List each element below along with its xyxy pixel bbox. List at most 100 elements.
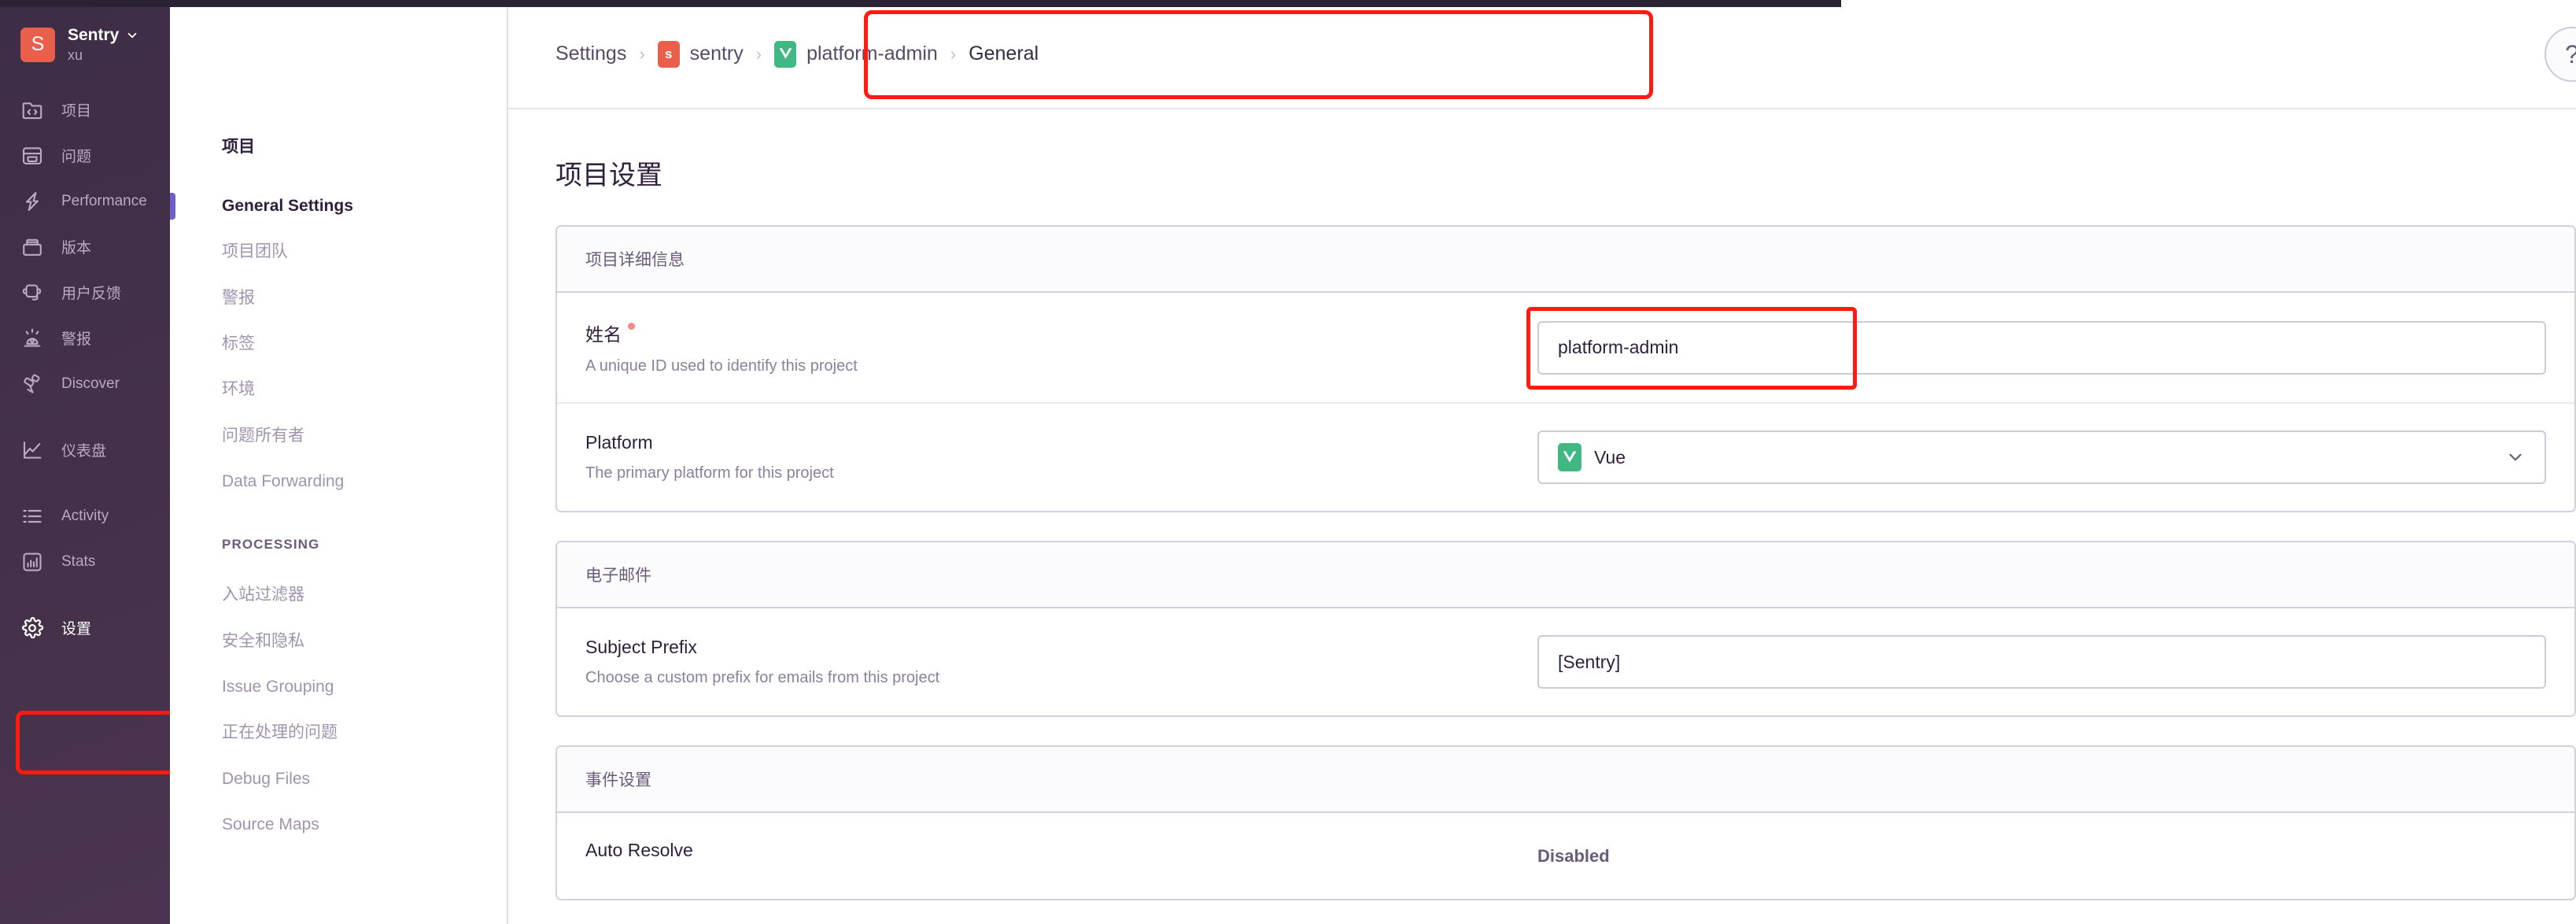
gear-icon (20, 616, 44, 640)
sidebar-item-activity[interactable]: Activity (0, 493, 170, 539)
page-title: 项目设置 (555, 161, 662, 190)
panel-header: 事件设置 (557, 747, 2574, 813)
org-badge-icon: s (657, 40, 680, 68)
sidebar-item-alerts[interactable]: 警报 (222, 287, 507, 309)
sidebar-item-settings[interactable]: 设置 (0, 605, 170, 651)
sidebar-item-label: 版本 (61, 240, 92, 257)
field-label-col: 姓名 A unique ID used to identify this pro… (585, 320, 1506, 375)
sidebar-item-data-forwarding[interactable]: Data Forwarding (222, 471, 507, 493)
sidebar-item-user-feedback[interactable]: 用户反馈 (0, 270, 170, 316)
subject-prefix-input[interactable] (1537, 635, 2546, 689)
performance-lightning-icon (20, 190, 44, 213)
form-row-platform: Platform The primary platform for this p… (557, 404, 2574, 511)
field-label-text: 姓名 (585, 324, 622, 345)
breadcrumb: Settings › s sentry › platform-admin › G… (555, 40, 1039, 68)
nav-divider-gap (0, 473, 170, 493)
field-label-col: Platform The primary platform for this p… (585, 432, 1506, 482)
field-help-text: The primary platform for this project (585, 464, 834, 482)
field-label-col: Auto Resolve (585, 840, 1506, 872)
sidebar-item-performance[interactable]: Performance (0, 179, 170, 224)
sidebar-item-security-and-privacy[interactable]: 安全和隐私 (222, 630, 507, 652)
sidebar-item-issues[interactable]: 问题 (0, 133, 170, 179)
chevron-down-icon (125, 28, 139, 43)
sidebar-item-environments[interactable]: 环境 (222, 379, 507, 401)
top-strip (0, 0, 1841, 7)
sidebar-item-stats[interactable]: Stats (0, 539, 170, 585)
stats-bars-icon (20, 550, 44, 574)
sidebar-item-source-maps[interactable]: Source Maps (222, 814, 507, 836)
sidebar-item-discover[interactable]: Discover (0, 361, 170, 407)
org-switcher[interactable]: S Sentry xu (0, 7, 170, 64)
alerts-siren-icon (20, 327, 44, 350)
settings-form-body: 项目设置 项目详细信息 姓名 A unique ID used to ident… (508, 109, 2576, 924)
sidebar-item-tags[interactable]: 标签 (222, 333, 507, 355)
panel-project-details: 项目详细信息 姓名 A unique ID used to identify t… (555, 225, 2576, 512)
sidebar-item-issue-owners[interactable]: 问题所有者 (222, 425, 507, 447)
secondary-nav-label: Debug Files (222, 769, 311, 788)
secondary-nav-label: 标签 (222, 334, 255, 353)
secondary-nav-label: 入站过滤器 (222, 586, 304, 604)
sidebar-item-label: 问题 (61, 149, 92, 166)
secondary-nav-label: 问题所有者 (222, 426, 304, 445)
sidebar-item-label: Performance (61, 192, 147, 209)
org-text: Sentry xu (68, 26, 139, 64)
project-name-input[interactable] (1537, 320, 2546, 375)
secondary-nav-label: 项目团队 (222, 242, 288, 261)
projects-folder-code-icon (20, 98, 44, 122)
issues-inbox-icon (20, 144, 44, 168)
sidebar-item-label: Stats (61, 553, 96, 570)
platform-select-label: Vue (1594, 446, 1626, 468)
sidebar-item-processing-issues[interactable]: 正在处理的问题 (222, 722, 507, 744)
panel-header: 电子邮件 (557, 542, 2574, 608)
breadcrumb-separator-icon: › (639, 43, 645, 64)
field-control-col (1537, 635, 2546, 689)
field-label: 姓名 (585, 320, 1506, 346)
sidebar-item-general-settings[interactable]: General Settings (170, 192, 507, 220)
breadcrumb-project-label: platform-admin (806, 43, 938, 65)
breadcrumb-settings[interactable]: Settings (555, 43, 626, 65)
sidebar-item-debug-files[interactable]: Debug Files (222, 768, 507, 790)
secondary-nav-label: 环境 (222, 380, 255, 399)
secondary-nav-label: Issue Grouping (222, 678, 334, 697)
vue-logo-icon (774, 40, 797, 68)
breadcrumb-org[interactable]: s sentry (657, 40, 744, 68)
sidebar-item-projects[interactable]: 项目 (0, 87, 170, 133)
field-control-col: Disabled (1537, 846, 2546, 867)
field-label-text: Auto Resolve (585, 840, 693, 860)
primary-sidebar: S Sentry xu 项目 问题 Performance 版本 用户反馈 警报… (0, 0, 170, 924)
panel-email: 电子邮件 Subject Prefix Choose a custom pref… (555, 541, 2576, 717)
breadcrumb-separator-icon: › (950, 43, 957, 64)
dashboards-chart-icon (20, 438, 44, 462)
breadcrumb-project[interactable]: platform-admin (774, 40, 938, 68)
sidebar-item-label: Discover (61, 375, 120, 392)
field-help-text: A unique ID used to identify this projec… (585, 357, 858, 375)
auto-resolve-status: Disabled (1537, 845, 1610, 866)
platform-select[interactable]: Vue (1537, 431, 2546, 484)
sidebar-item-issue-grouping[interactable]: Issue Grouping (222, 676, 507, 698)
required-indicator-icon (628, 323, 635, 330)
secondary-nav-label: 正在处理的问题 (222, 723, 338, 742)
panel-header: 项目详细信息 (557, 227, 2574, 293)
question-circle-icon[interactable]: ? (2545, 27, 2576, 82)
field-label: Platform (585, 432, 1506, 453)
org-avatar: S (20, 27, 55, 62)
settings-highlight-box (16, 711, 170, 774)
breadcrumb-separator-icon: › (755, 43, 762, 64)
main-content: Settings › s sentry › platform-admin › G… (508, 0, 2576, 924)
user-feedback-headset-icon (20, 281, 44, 305)
field-label: Subject Prefix (585, 637, 1506, 658)
sidebar-item-label: 设置 (61, 621, 92, 638)
field-label-text: Platform (585, 432, 653, 453)
secondary-nav-processing-heading: PROCESSING (222, 537, 320, 553)
vue-logo-icon (1558, 443, 1581, 471)
sidebar-item-alerts[interactable]: 警报 (0, 316, 170, 361)
releases-package-icon (20, 235, 44, 259)
sidebar-item-inbound-filters[interactable]: 入站过滤器 (222, 584, 507, 606)
sidebar-item-dashboards[interactable]: 仪表盘 (0, 427, 170, 473)
field-label: Auto Resolve (585, 840, 1506, 861)
field-control-col: Vue (1537, 431, 2546, 484)
sidebar-item-releases[interactable]: 版本 (0, 224, 170, 270)
org-name-row: Sentry (68, 26, 139, 45)
sidebar-item-project-teams[interactable]: 项目团队 (222, 241, 507, 263)
field-label-col: Subject Prefix Choose a custom prefix fo… (585, 637, 1506, 687)
